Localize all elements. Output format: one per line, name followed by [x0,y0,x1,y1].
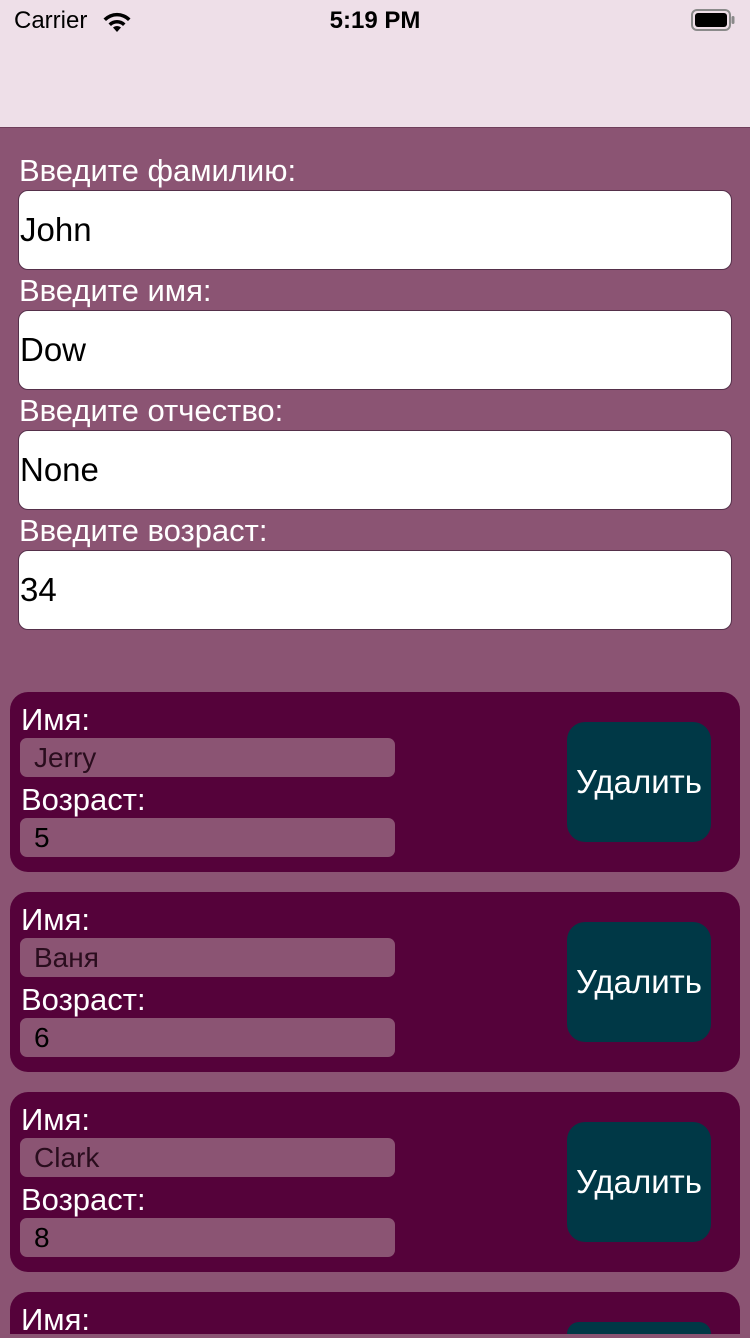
child-age-label: Возраст: [21,982,146,1017]
child-card: Имя: Ваня Возраст: 6 Удалить [10,892,740,1072]
patronymic-input[interactable]: None [18,430,732,510]
child-age-label: Возраст: [21,782,146,817]
child-card-partial: Имя: [10,1292,740,1337]
age-label: Введите возраст: [19,513,268,548]
delete-button[interactable]: Удалить [567,722,711,842]
age-input[interactable]: 34 [18,550,732,630]
child-age-label: Возраст: [21,1182,146,1217]
delete-button[interactable]: Удалить [567,1122,711,1242]
child-name-field[interactable]: Clark [20,1138,395,1177]
child-age-field[interactable]: 8 [20,1218,395,1257]
child-name-field[interactable]: Jerry [20,738,395,777]
child-name-label: Имя: [21,1102,90,1137]
surname-label: Введите фамилию: [19,153,297,188]
status-time: 5:19 PM [329,7,421,34]
delete-button-partial[interactable] [567,1322,711,1334]
first-name-label: Введите имя: [19,273,212,308]
first-name-input[interactable]: Dow [18,310,732,390]
child-age-field[interactable]: 6 [20,1018,395,1057]
child-card: Имя: Jerry Возраст: 5 Удалить [10,692,740,872]
battery-icon [691,9,735,31]
surname-input[interactable]: John [18,190,732,270]
child-card: Имя: Clark Возраст: 8 Удалить [10,1092,740,1272]
child-name-field[interactable]: Ваня [20,938,395,977]
patronymic-label: Введите отчество: [19,393,284,428]
navigation-bar-area: Carrier 5:19 PM [0,0,750,128]
status-bar: Carrier 5:19 PM [0,0,750,40]
child-name-label: Имя: [21,1302,90,1337]
child-age-field[interactable]: 5 [20,818,395,857]
child-name-label: Имя: [21,702,90,737]
child-name-label: Имя: [21,902,90,937]
delete-button[interactable]: Удалить [567,922,711,1042]
